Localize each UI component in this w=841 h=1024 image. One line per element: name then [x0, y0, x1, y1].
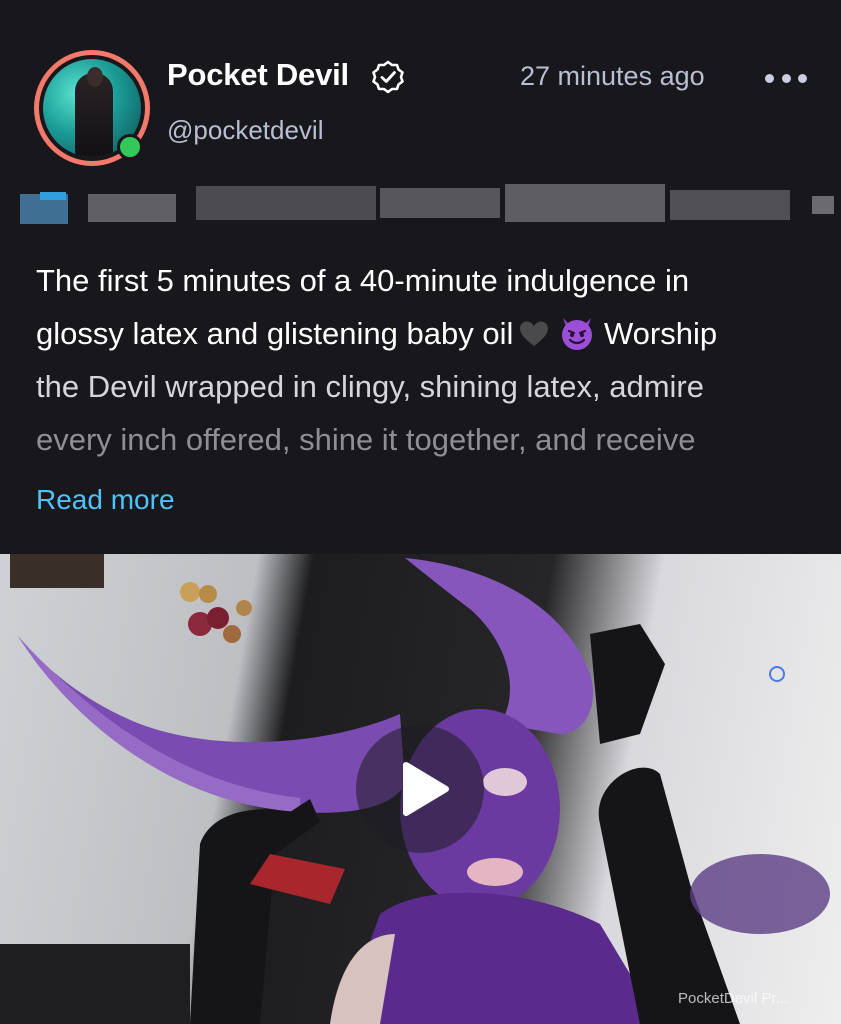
post-header: Pocket Devil @pocketdevil 27 minutes ago [0, 0, 841, 175]
video-watermark: PocketDevil Pr... [678, 990, 789, 1007]
more-options-icon[interactable] [765, 66, 807, 90]
play-icon [403, 762, 449, 816]
author-display-name[interactable]: Pocket Devil [167, 57, 349, 93]
verified-badge-icon [372, 60, 404, 94]
black-heart-emoji-icon [520, 321, 549, 346]
post-text-line: Worship [603, 316, 718, 351]
online-status-indicator [117, 134, 143, 160]
post-video-thumbnail[interactable] [0, 554, 841, 1024]
post-text-line: every inch offered, shine it together, a… [36, 422, 696, 457]
smiling-devil-emoji-icon [561, 318, 592, 350]
author-handle[interactable]: @pocketdevil [167, 115, 323, 146]
post-text: The first 5 minutes of a 40-minute indul… [36, 254, 816, 466]
redacted-text-band [0, 180, 841, 228]
post-text-line: glossy latex and glistening baby oil [36, 316, 514, 351]
post-text-line: The first 5 minutes of a 40-minute indul… [36, 263, 690, 298]
play-button[interactable] [356, 725, 484, 853]
read-more-link[interactable]: Read more [36, 484, 175, 516]
post-text-line: the Devil wrapped in clingy, shining lat… [36, 369, 704, 404]
post-timestamp: 27 minutes ago [520, 61, 705, 91]
